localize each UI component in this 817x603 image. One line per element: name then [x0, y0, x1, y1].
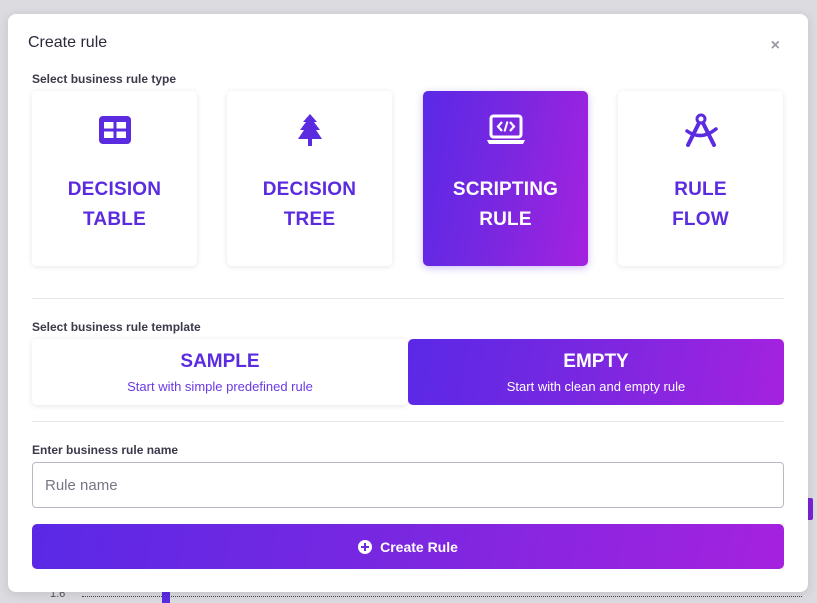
background-gridline — [82, 596, 802, 597]
rule-type-label-line1: RULE — [674, 179, 727, 200]
rule-type-options: DECISION TABLE DECISION TREE SCRIPTING R… — [32, 91, 784, 266]
rule-type-label-line2: TABLE — [83, 209, 146, 230]
template-empty[interactable]: EMPTY Start with clean and empty rule — [408, 339, 784, 405]
template-subtitle: Start with simple predefined rule — [127, 378, 313, 394]
divider — [32, 421, 784, 422]
rule-name-input[interactable] — [32, 462, 784, 508]
template-label: Select business rule template — [32, 320, 201, 334]
modal-title: Create rule — [28, 34, 108, 51]
rule-type-label-line2: TREE — [283, 209, 336, 230]
divider — [32, 298, 784, 299]
drafting-compass-icon — [683, 113, 719, 147]
laptop-code-icon — [486, 113, 526, 147]
background-marker — [162, 592, 170, 603]
template-options: SAMPLE Start with simple predefined rule… — [32, 339, 784, 405]
rule-type-label: Select business rule type — [32, 72, 177, 86]
plus-circle-icon — [358, 539, 373, 554]
create-rule-button-label: Create Rule — [380, 538, 458, 555]
template-sample[interactable]: SAMPLE Start with simple predefined rule — [32, 339, 408, 405]
tree-icon — [297, 113, 323, 147]
rule-type-rule-flow[interactable]: RULE FLOW — [618, 91, 783, 266]
rule-type-decision-tree[interactable]: DECISION TREE — [227, 91, 392, 266]
rule-name-label: Enter business rule name — [32, 443, 179, 457]
template-subtitle: Start with clean and empty rule — [506, 378, 686, 394]
rule-type-label-line2: RULE — [479, 209, 532, 230]
rule-type-label-line2: FLOW — [672, 209, 729, 230]
rule-type-label-line1: SCRIPTING — [452, 179, 559, 200]
rule-type-label-line1: DECISION — [67, 179, 162, 200]
template-title: EMPTY — [563, 350, 629, 372]
rule-type-label-line1: DECISION — [262, 179, 357, 200]
rule-type-scripting-rule[interactable]: SCRIPTING RULE — [423, 91, 588, 266]
close-button[interactable]: × — [771, 38, 780, 54]
rule-type-decision-table[interactable]: DECISION TABLE — [32, 91, 197, 266]
create-rule-modal: Create rule × Select business rule type … — [8, 14, 808, 592]
create-rule-button[interactable]: Create Rule — [32, 524, 784, 569]
template-title: SAMPLE — [180, 350, 260, 372]
table-icon — [98, 113, 132, 147]
